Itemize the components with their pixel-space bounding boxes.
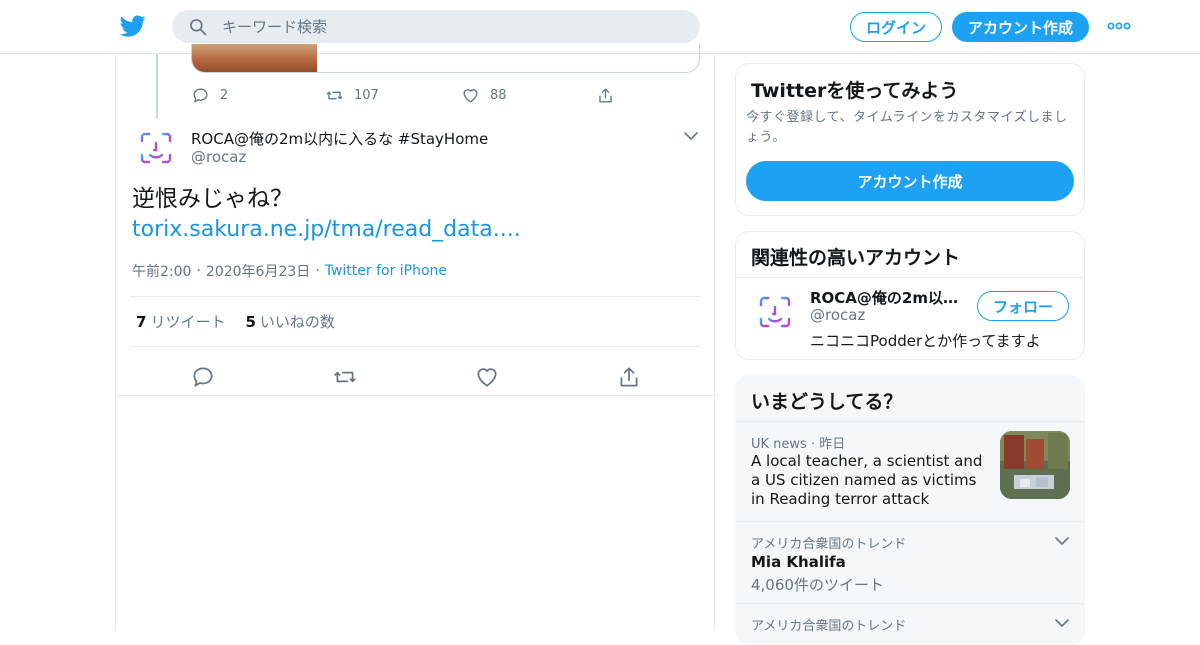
tweet-bottom-divider [116,395,716,396]
signup-button[interactable]: アカウント作成 [952,12,1089,42]
search-bar[interactable] [172,10,700,43]
tweet-source-link[interactable]: Twitter for iPhone [325,263,447,279]
like-stat[interactable]: 5 いいねの数 [245,311,334,332]
tweet-time[interactable]: 午前2:00 [132,261,191,281]
tweet-link[interactable]: torix.sakura.ne.jp/tma/read_data.... [132,217,521,242]
previous-reply-action[interactable]: 2 [191,84,228,106]
more-dots-icon[interactable] [1106,18,1132,34]
trend-divider [736,521,1084,522]
meta-separator: · [196,263,201,279]
tweet-metadata: 午前2:00 · 2020年6月23日 · Twitter for iPhone [132,261,447,281]
trend-tweet-count: 4,060件のツイート [751,576,884,594]
stats-bottom-divider [130,346,700,347]
trend-news-source: UK news [751,437,807,452]
author-handle[interactable]: @rocaz [191,148,246,166]
related-account-bio: ニコニコPodderとか作ってますよ [810,332,1041,350]
related-card-divider [736,277,1084,278]
reply-icon [193,88,208,103]
chevron-down-icon[interactable] [683,128,699,144]
stats-top-divider [130,296,700,297]
search-input[interactable] [222,10,682,43]
trend-news-thumbnail [1000,431,1070,499]
heart-icon[interactable] [474,364,500,390]
trends-card-title: いまどうしてる？ [751,391,903,413]
related-accounts-card: 関連性の高いアカウント ROCA@俺の2m以内... @rocaz ニコニコPo… [735,231,1085,360]
heart-icon [463,88,478,103]
related-account-name[interactable]: ROCA@俺の2m以内... [810,287,970,308]
share-icon[interactable] [616,364,642,390]
trend-divider [736,603,1084,604]
previous-retweet-action[interactable]: 107 [325,84,379,106]
author-name[interactable]: ROCA@俺の2m以内に入るな #StayHome [191,128,488,149]
previous-retweet-count: 107 [354,87,379,103]
chevron-down-icon[interactable] [1054,615,1070,631]
login-button[interactable]: ログイン [850,12,942,42]
previous-like-count: 88 [490,87,507,103]
main-timeline-column: 2 107 88 ROCA@俺の2m以内に入るな #StayHome @roca… [115,44,716,630]
trend-context: アメリカ合衆国のトレンド [751,537,907,552]
trend-divider [736,421,1084,422]
retweet-icon [326,91,343,99]
author-avatar[interactable] [132,124,180,172]
signup-card-description: 今すぐ登録して、タイムラインをカスタマイズしましょう。 [746,110,1068,145]
related-card-title: 関連性の高いアカウント [751,247,961,269]
related-account-handle[interactable]: @rocaz [810,306,865,324]
previous-like-action[interactable]: 88 [461,84,507,106]
retweet-stat[interactable]: 7 リツイート [136,311,225,332]
retweet-icon[interactable] [332,364,358,390]
chevron-down-icon[interactable] [1054,533,1070,549]
face-id-avatar-icon [759,296,791,328]
signup-card: Twitterを使ってみよう 今すぐ登録して、タイムラインをカスタマイズしましょ… [735,63,1085,216]
reply-icon[interactable] [190,364,216,390]
news-photo-image [1000,431,1070,499]
thread-connector-line [156,54,158,118]
like-stat-number: 5 [245,313,256,331]
twitter-bird-icon[interactable] [120,13,146,39]
like-stat-label: いいねの数 [259,313,335,331]
trends-card: いまどうしてる？ UK news · 昨日 A local teacher, a… [735,375,1085,645]
signup-card-title: Twitterを使ってみよう [751,80,959,102]
related-account-avatar[interactable] [751,288,799,336]
tweet-actions [116,358,716,396]
tweet-header: ROCA@俺の2m以内に入るな #StayHome @rocaz [116,120,716,178]
previous-share-action[interactable] [596,84,625,106]
meta-separator: · [315,263,320,279]
share-icon [599,87,612,103]
retweet-stat-label: リツイート [150,313,226,331]
tweet-date[interactable]: 2020年6月23日 [206,261,310,281]
trend-name: Mia Khalifa [751,553,846,571]
search-icon [190,19,207,36]
previous-tweet-media-card[interactable] [191,44,700,73]
previous-tweet-thumbnail[interactable] [192,44,317,72]
previous-tweet-actions: 2 107 88 [191,84,631,106]
follow-button[interactable]: フォロー [977,291,1069,321]
retweet-stat-number: 7 [136,313,147,331]
tweet-text: 逆恨みじゃね？ [132,186,293,212]
meta-separator: · [806,437,820,452]
trend-news-headline: A local teacher, a scientist and a US ci… [751,452,983,508]
trend-news-time: 昨日 [819,437,846,452]
tweet-stats: 7 リツイート 5 いいねの数 [136,311,335,332]
trend-context: アメリカ合衆国のトレンド [751,619,907,634]
signup-card-button[interactable]: アカウント作成 [746,161,1074,201]
trend-news-meta: UK news · 昨日 [751,433,845,452]
face-id-avatar-icon [140,132,172,164]
previous-reply-count: 2 [220,87,229,103]
